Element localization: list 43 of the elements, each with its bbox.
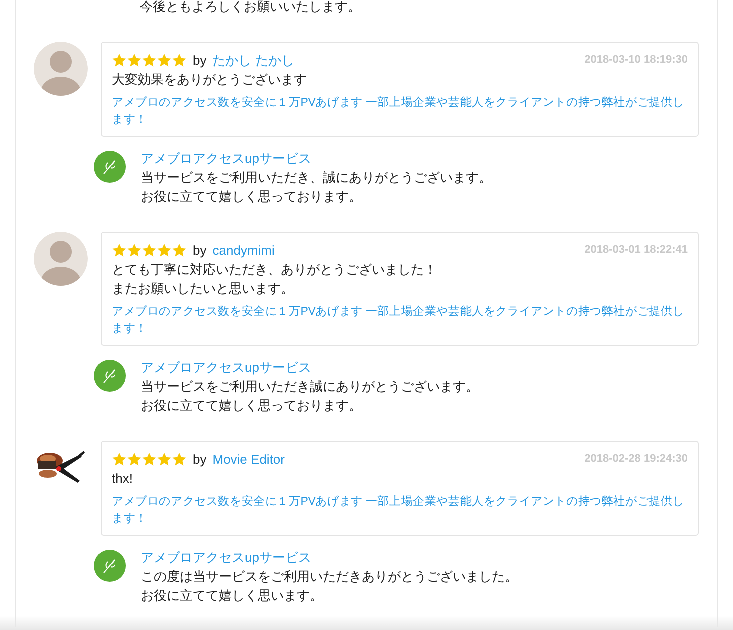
by-label: by bbox=[193, 52, 207, 70]
star-icon bbox=[127, 53, 142, 68]
reply-text: お役に立てて嬉しく思っております。 bbox=[141, 397, 363, 415]
reply-text: この度は当サービスをご利用いただきありがとうございました。 bbox=[141, 568, 518, 586]
by-label: by bbox=[193, 242, 207, 260]
star-icon bbox=[172, 243, 187, 258]
author-link[interactable]: Movie Editor bbox=[212, 450, 285, 469]
review-text: またお願いしたいと思います。 bbox=[112, 280, 295, 298]
leaf-logo-icon bbox=[94, 151, 126, 183]
star-icon bbox=[112, 452, 127, 467]
star-icon bbox=[157, 452, 172, 467]
star-icon bbox=[157, 53, 172, 68]
star-icon bbox=[142, 243, 157, 258]
review-text: thx! bbox=[112, 470, 134, 488]
star-icon bbox=[142, 53, 157, 68]
star-icon bbox=[112, 53, 127, 68]
review-text: 大変効果をありがとうございます bbox=[112, 71, 308, 89]
seller-name-link[interactable]: アメブロアクセスupサービス bbox=[141, 358, 479, 377]
seller-name-link[interactable]: アメブロアクセスupサービス bbox=[141, 548, 518, 567]
reply-text: 当サービスをご利用いただき誠にありがとうございます。 bbox=[141, 378, 479, 396]
avatar-icon bbox=[34, 42, 88, 96]
star-icon bbox=[127, 452, 142, 467]
reply-text: お役に立てて嬉しく思います。 bbox=[141, 587, 324, 605]
by-label: by bbox=[193, 451, 207, 469]
star-icon bbox=[142, 452, 157, 467]
star-icon bbox=[172, 452, 187, 467]
seller-name-link[interactable]: アメブロアクセスupサービス bbox=[141, 149, 492, 168]
reply-text: 今後ともよろしくお願いいたします。 bbox=[140, 0, 362, 16]
leaf-logo-icon bbox=[94, 550, 126, 582]
reply-text: お役に立てて嬉しく思っております。 bbox=[141, 188, 363, 206]
reply-text: 当サービスをご利用いただき、誠にありがとうございます。 bbox=[141, 169, 492, 187]
star-icon bbox=[157, 243, 172, 258]
leaf-logo-icon bbox=[94, 360, 126, 392]
service-link[interactable]: アメブロのアクセス数を安全に１万PVあげます 一部上場企業や芸能人をクライアントの持つ弊社がご提供します！ bbox=[112, 304, 688, 338]
author-link[interactable]: candymimi bbox=[212, 241, 275, 260]
review-text: とても丁寧に対応いただき、ありがとうございました！ bbox=[112, 261, 438, 279]
star-icon bbox=[127, 243, 142, 258]
service-link[interactable]: アメブロのアクセス数を安全に１万PVあげます 一部上場企業や芸能人をクライアントの持つ弊社がご提供します！ bbox=[112, 494, 688, 528]
star-icon bbox=[172, 53, 187, 68]
author-link[interactable]: たかし たかし bbox=[212, 51, 294, 70]
avatar-icon bbox=[34, 232, 88, 286]
service-link[interactable]: アメブロのアクセス数を安全に１万PVあげます 一部上場企業や芸能人をクライアントの持つ弊社がご提供します！ bbox=[112, 95, 688, 129]
star-icon bbox=[112, 243, 127, 258]
